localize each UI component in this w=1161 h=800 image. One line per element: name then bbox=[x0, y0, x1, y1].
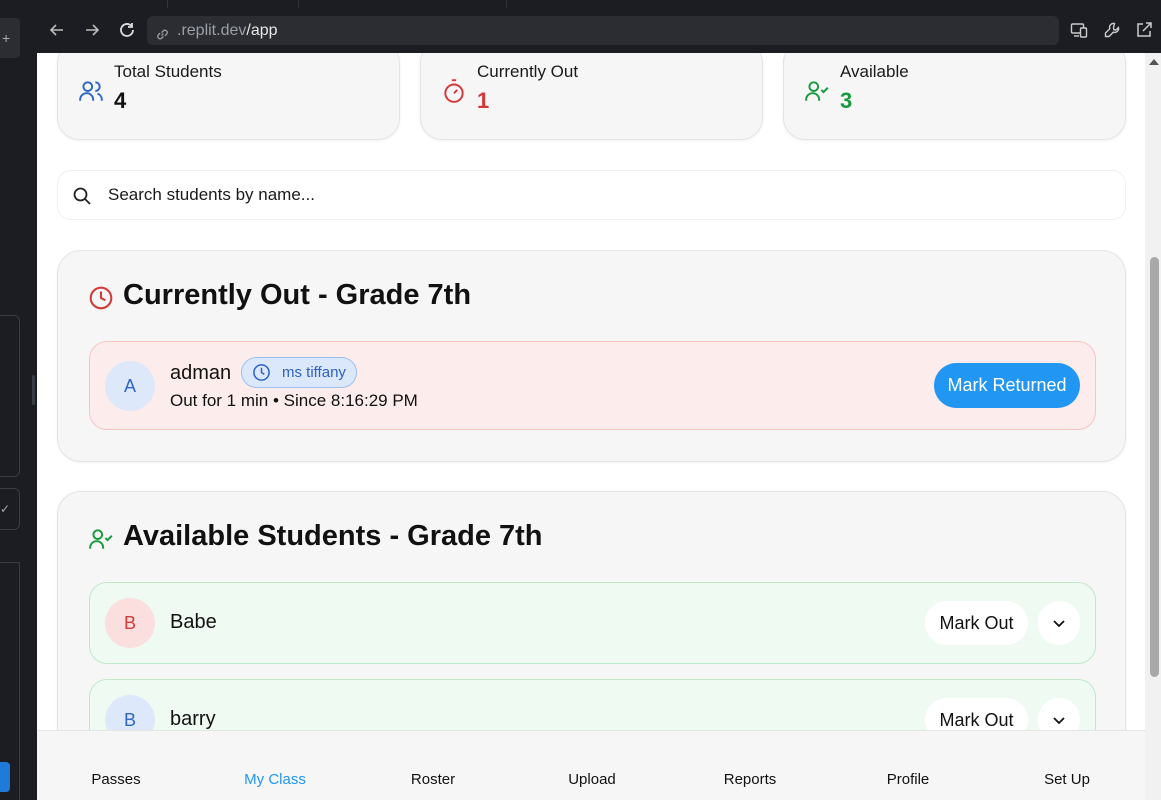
stat-card-total: Total Students 4 bbox=[57, 53, 400, 140]
link-icon bbox=[155, 23, 170, 52]
stat-card-out: Currently Out 1 bbox=[420, 53, 763, 140]
nav-roster[interactable]: Roster bbox=[411, 771, 455, 788]
nav-profile[interactable]: Profile bbox=[887, 771, 930, 788]
avatar: B bbox=[105, 598, 155, 648]
scrollbar[interactable] bbox=[1145, 53, 1161, 800]
search-icon bbox=[73, 187, 91, 205]
avatar: A bbox=[105, 361, 155, 411]
app-page: Total Students 4 Currently Out 1 Availab… bbox=[37, 53, 1145, 800]
wrench-icon[interactable] bbox=[1100, 18, 1124, 42]
users-icon bbox=[79, 81, 103, 101]
student-name: adman bbox=[170, 362, 232, 384]
expand-button[interactable] bbox=[1038, 601, 1080, 645]
out-duration: Out for 1 min • Since 8:16:29 PM bbox=[170, 391, 418, 410]
stat-value: 1 bbox=[477, 88, 490, 113]
browser-tabs bbox=[167, 0, 507, 8]
search-input[interactable] bbox=[108, 171, 1088, 219]
reload-icon bbox=[120, 23, 134, 37]
currently-out-section: Currently Out - Grade 7th A adman ms tif… bbox=[57, 250, 1126, 462]
nav-my-class[interactable]: My Class bbox=[244, 771, 306, 788]
mark-out-button[interactable]: Mark Out bbox=[925, 601, 1028, 645]
stat-value: 4 bbox=[114, 88, 127, 113]
send-button[interactable] bbox=[0, 762, 10, 792]
mark-returned-button[interactable]: Mark Returned bbox=[934, 363, 1080, 408]
stat-label: Total Students bbox=[114, 62, 222, 81]
scroll-thumb[interactable] bbox=[1150, 257, 1159, 677]
section-title: Available Students - Grade 7th bbox=[123, 520, 543, 552]
chevron-down-icon bbox=[1053, 717, 1065, 725]
nav-passes[interactable]: Passes bbox=[91, 771, 140, 788]
resize-handle[interactable] bbox=[32, 375, 35, 405]
url-domain: .replit.dev bbox=[177, 22, 247, 39]
nav-setup[interactable]: Set Up bbox=[1044, 771, 1090, 788]
nav-reports[interactable]: Reports bbox=[724, 771, 777, 788]
teacher-name: ms tiffany bbox=[282, 364, 346, 381]
clock-icon bbox=[253, 364, 270, 381]
bottom-nav: Passes My Class Roster Upload Reports Pr… bbox=[37, 730, 1145, 800]
student-name: barry bbox=[170, 708, 216, 730]
stat-card-available: Available 3 bbox=[783, 53, 1126, 140]
stat-value: 3 bbox=[840, 88, 853, 113]
plus-icon[interactable]: + bbox=[0, 18, 20, 58]
check-icon[interactable]: ✓ bbox=[0, 488, 20, 530]
stat-label: Currently Out bbox=[477, 62, 579, 81]
browser-toolbar: .replit.dev/app bbox=[37, 0, 1161, 53]
user-check-icon bbox=[805, 81, 829, 101]
clock-icon bbox=[89, 286, 113, 310]
open-external-icon[interactable] bbox=[1132, 18, 1156, 42]
forward-button[interactable] bbox=[80, 18, 104, 42]
arrow-right-icon bbox=[86, 24, 100, 36]
student-name: Babe bbox=[170, 611, 217, 633]
teacher-badge: ms tiffany bbox=[241, 357, 357, 388]
out-student-card: A adman ms tiffany Out for 1 min • Since… bbox=[89, 341, 1096, 430]
back-button[interactable] bbox=[45, 18, 69, 42]
nav-upload[interactable]: Upload bbox=[568, 771, 616, 788]
available-student-card: B Babe Mark Out bbox=[89, 582, 1096, 664]
devices-icon[interactable] bbox=[1067, 18, 1091, 42]
url-path: /app bbox=[246, 22, 278, 39]
ide-side-panel: + ✓ bbox=[0, 0, 37, 800]
chevron-down-icon bbox=[1053, 620, 1065, 628]
reload-button[interactable] bbox=[115, 18, 139, 42]
arrow-left-icon bbox=[49, 24, 63, 36]
timer-icon bbox=[444, 79, 464, 103]
search-bar bbox=[57, 170, 1126, 220]
ide-panel-box bbox=[0, 315, 20, 477]
user-check-icon bbox=[89, 529, 113, 549]
address-bar[interactable]: .replit.dev/app bbox=[147, 16, 1059, 45]
stat-label: Available bbox=[840, 62, 909, 81]
section-title: Currently Out - Grade 7th bbox=[123, 279, 472, 311]
scroll-up-arrow[interactable] bbox=[1149, 59, 1159, 65]
